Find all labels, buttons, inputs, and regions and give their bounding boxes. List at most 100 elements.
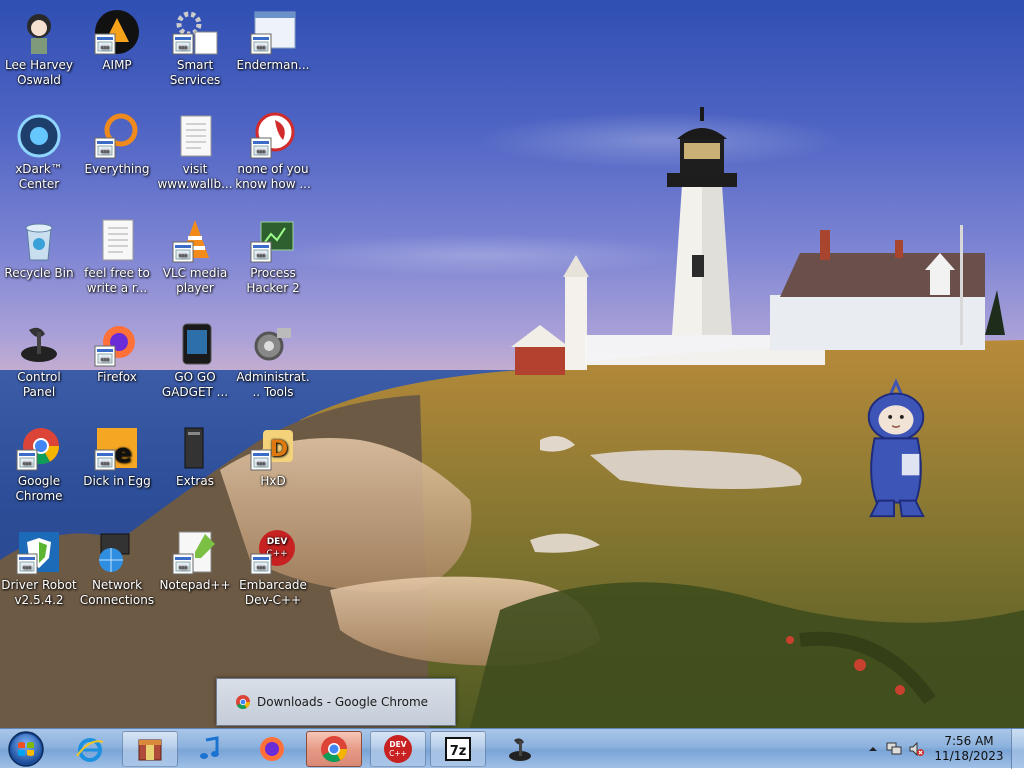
text-document-icon — [93, 216, 141, 264]
desktop-icon-extras[interactable]: Extras — [156, 418, 234, 522]
desktop-icon-label: Driver Robot v2.5.4.2 — [1, 578, 77, 607]
driver-shield-icon: exe — [15, 528, 63, 576]
desktop-icon-label: Firefox — [97, 370, 137, 384]
desktop-icon-none-of-you-know-how[interactable]: exe none of you know how ... — [234, 106, 312, 210]
svg-text:exe: exe — [257, 461, 266, 467]
control-panel-icon — [15, 320, 63, 368]
taskbar-button-archive-app[interactable] — [122, 731, 178, 767]
desktop-icon-label: xDark™ Center — [15, 162, 63, 191]
chrome-icon: exe — [15, 424, 63, 472]
svg-text:exe: exe — [101, 45, 110, 51]
network-icon[interactable] — [886, 741, 902, 757]
7zip-icon: 7z — [445, 737, 471, 761]
desktop-icon-xdark-center[interactable]: xDark™ Center — [0, 106, 78, 210]
taskbar-button-internet-explorer[interactable] — [62, 731, 118, 767]
desktop-icon-notepad[interactable]: exe Notepad++ — [156, 522, 234, 626]
svg-text:DEV: DEV — [267, 537, 288, 547]
internet-explorer-icon — [76, 738, 104, 762]
taskbar-button-devcpp[interactable]: DEV C++ — [370, 731, 426, 767]
control-panel-icon — [509, 738, 531, 761]
everything-search-icon: exe — [93, 112, 141, 160]
desktop-icon-network-connections[interactable]: Network Connections — [78, 522, 156, 626]
chrome-icon — [236, 695, 250, 709]
speaker-muted-icon[interactable] — [908, 741, 924, 757]
egg-app-icon: e exe — [93, 424, 141, 472]
taskbar-preview-tooltip[interactable]: Downloads - Google Chrome — [216, 678, 456, 726]
devcpp-icon: DEV C++ exe — [249, 528, 297, 576]
taskbar-button-music-note[interactable] — [182, 731, 238, 767]
svg-text:exe: exe — [179, 45, 188, 51]
desktop-icon-enderman[interactable]: exe Enderman... — [234, 2, 312, 106]
svg-text:exe: exe — [23, 461, 32, 467]
wallpaper-buildings — [511, 225, 1005, 375]
desktop-icon-label: Notepad++ — [159, 578, 231, 592]
archive-app-icon — [138, 739, 162, 761]
gadget-panel-icon — [171, 320, 219, 368]
desktop-icon-vlc-media-player[interactable]: exe VLC media player — [156, 210, 234, 314]
desktop-icon-label: Embarcade Dev-C++ — [239, 578, 307, 607]
desktop-icon-visit-www-wallb[interactable]: visit www.wallb... — [156, 106, 234, 210]
firefox-icon: exe — [93, 320, 141, 368]
xdark-orb-icon — [15, 112, 63, 160]
desktop-icon-label: VLC media player — [162, 266, 228, 295]
tinky-winky-character — [867, 378, 925, 518]
desktop-icon-label: feel free to write a r... — [84, 266, 150, 295]
taskbar-button-7zip[interactable]: 7z — [430, 731, 486, 767]
svg-text:exe: exe — [257, 565, 266, 571]
svg-text:exe: exe — [23, 565, 32, 571]
desktop-icon-label: HxD — [260, 474, 286, 488]
desktop-icon-smart-services[interactable]: exe Smart Services — [156, 2, 234, 106]
desktop-icon-label: Control Panel — [17, 370, 61, 399]
recycle-bin-icon — [15, 216, 63, 264]
taskbar-button-firefox[interactable] — [244, 731, 300, 767]
clock[interactable]: 7:56 AM 11/18/2023 — [932, 734, 1006, 764]
desktop-icon-label: AIMP — [102, 58, 132, 72]
gear-shortcut-icon: exe — [171, 8, 219, 56]
vlc-cone-icon: exe — [171, 216, 219, 264]
desktop-icon-label: Process Hacker 2 — [246, 266, 300, 295]
process-hacker-icon: exe — [249, 216, 297, 264]
show-desktop-button[interactable] — [1011, 729, 1024, 769]
desktop-icon-process-hacker-2[interactable]: exe Process Hacker 2 — [234, 210, 312, 314]
svg-text:exe: exe — [257, 149, 266, 155]
desktop-icon-control-panel[interactable]: Control Panel — [0, 314, 78, 418]
svg-text:D: D — [270, 437, 288, 462]
desktop-icon-lee-harvey-oswald[interactable]: Lee Harvey Oswald — [0, 2, 78, 106]
desktop-icon-label: Everything — [84, 162, 150, 176]
svg-text:e: e — [114, 439, 132, 469]
svg-text:exe: exe — [101, 461, 110, 467]
desktop-icon-everything[interactable]: exe Everything — [78, 106, 156, 210]
desktop-icon-feel-free-to-write-a-r[interactable]: feel free to write a r... — [78, 210, 156, 314]
show-hidden-chevron-icon[interactable] — [868, 744, 878, 754]
clock-date: 11/18/2023 — [934, 749, 1004, 763]
desktop-icon-label: Dick in Egg — [83, 474, 151, 488]
desktop-icon-embarcade-dev-c[interactable]: DEV C++ exe Embarcade Dev-C++ — [234, 522, 312, 626]
window-app-icon: exe — [249, 8, 297, 56]
taskbar: DEV C++ 7z 7:56 AM 11/18/2023 — [0, 728, 1024, 769]
music-note-icon — [200, 736, 219, 759]
desktop-icon-hxd[interactable]: Dexe HxD — [234, 418, 312, 522]
aimp-icon: exe — [93, 8, 141, 56]
desktop-icon-label: Enderman... — [236, 58, 310, 72]
desktop-icon-firefox[interactable]: exe Firefox — [78, 314, 156, 418]
desktop-icon-label: none of you know how ... — [235, 162, 311, 191]
svg-text:exe: exe — [101, 357, 110, 363]
desktop-icon-aimp[interactable]: exe AIMP — [78, 2, 156, 106]
desktop-icon-label: Network Connections — [79, 578, 155, 607]
desktop-icon-google-chrome[interactable]: exe Google Chrome — [0, 418, 78, 522]
desktop-icon-label: visit www.wallb... — [157, 162, 233, 191]
anime-girl-icon — [15, 8, 63, 56]
taskbar-button-control-panel[interactable] — [492, 731, 548, 767]
svg-text:DEV: DEV — [389, 740, 406, 749]
text-document-icon — [171, 112, 219, 160]
taskbar-button-chrome[interactable] — [306, 731, 362, 767]
start-button[interactable] — [4, 730, 48, 768]
desktop-icon-label: Smart Services — [169, 58, 221, 87]
desktop-icon-go-go-gadget[interactable]: GO GO GADGET ... — [156, 314, 234, 418]
desktop-icon-recycle-bin[interactable]: Recycle Bin — [0, 210, 78, 314]
svg-text:exe: exe — [101, 149, 110, 155]
desktop-icon-driver-robot-v2-5-4-2[interactable]: exe Driver Robot v2.5.4.2 — [0, 522, 78, 626]
notepad-plus-icon: exe — [171, 528, 219, 576]
desktop-icon-administrat-tools[interactable]: Administrat... Tools — [234, 314, 312, 418]
desktop-icon-dick-in-egg[interactable]: e exe Dick in Egg — [78, 418, 156, 522]
